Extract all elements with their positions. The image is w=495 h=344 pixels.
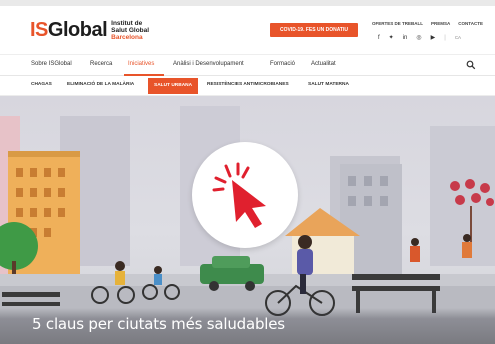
main-nav: Sobre ISGlobal Recerca Iniciatives Anàli… <box>0 54 495 76</box>
nav-item-training[interactable]: Formació <box>270 61 295 67</box>
nav-item-initiatives[interactable]: Iniciatives <box>128 61 154 67</box>
hero-caption[interactable]: 5 claus per ciutats més saludables <box>32 315 285 333</box>
top-links: OFERTES DE TREBALL PREMSA CONTACTE <box>372 21 483 26</box>
youtube-icon[interactable]: ▶ <box>431 34 436 41</box>
social-divider: | <box>444 34 446 41</box>
top-link-jobs[interactable]: OFERTES DE TREBALL <box>372 21 423 26</box>
nav-item-about[interactable]: Sobre ISGlobal <box>31 61 72 67</box>
subnav-item-urban-health[interactable]: SALUT URBANA <box>148 78 199 94</box>
twitter-icon[interactable]: ✦ <box>389 34 394 41</box>
logo-is: IS <box>30 19 48 41</box>
nav-item-news[interactable]: Actualitat <box>311 61 336 67</box>
site-header: IS Global Institut de Salut Global Barcel… <box>0 6 495 54</box>
donate-button[interactable]: COVID-19. FES UN DONATIU <box>270 23 358 37</box>
facebook-icon[interactable]: f <box>378 35 380 41</box>
linkedin-icon[interactable]: in <box>403 35 408 41</box>
subnav-item-chagas[interactable]: CHAGAS <box>31 82 52 87</box>
cursor-click-icon <box>212 162 266 228</box>
search-icon[interactable] <box>466 60 476 70</box>
logo-line2: Salut Global <box>111 27 150 34</box>
nav-item-research[interactable]: Recerca <box>90 61 112 67</box>
logo-subtitle: Institut de Salut Global Barcelona <box>111 20 149 41</box>
subnav-item-antimicrobial[interactable]: RESISTÈNCIES ANTIMICROBIANES <box>207 82 289 87</box>
social-links: f ✦ in ◎ ▶ | CA <box>378 34 461 42</box>
language-selector[interactable]: CA <box>455 35 461 40</box>
top-link-press[interactable]: PREMSA <box>431 21 450 26</box>
top-link-contact[interactable]: CONTACTE <box>458 21 483 26</box>
nav-item-analysis[interactable]: Anàlisi i Desenvolupament <box>173 61 244 67</box>
subnav-item-malaria[interactable]: ELIMINACIÓ DE LA MALÀRIA <box>67 82 134 87</box>
instagram-icon[interactable]: ◎ <box>416 34 421 41</box>
logo-global: Global <box>47 19 108 41</box>
click-indicator-badge <box>192 142 298 248</box>
logo-city: Barcelona <box>111 34 143 41</box>
isglobal-logo[interactable]: IS Global Institut de Salut Global Barcel… <box>30 20 149 41</box>
sub-nav: CHAGAS ELIMINACIÓ DE LA MALÀRIA SALUT UR… <box>0 76 495 96</box>
subnav-item-maternal[interactable]: SALUT MATERNA <box>308 82 349 87</box>
logo-line1: Institut de <box>111 20 143 27</box>
